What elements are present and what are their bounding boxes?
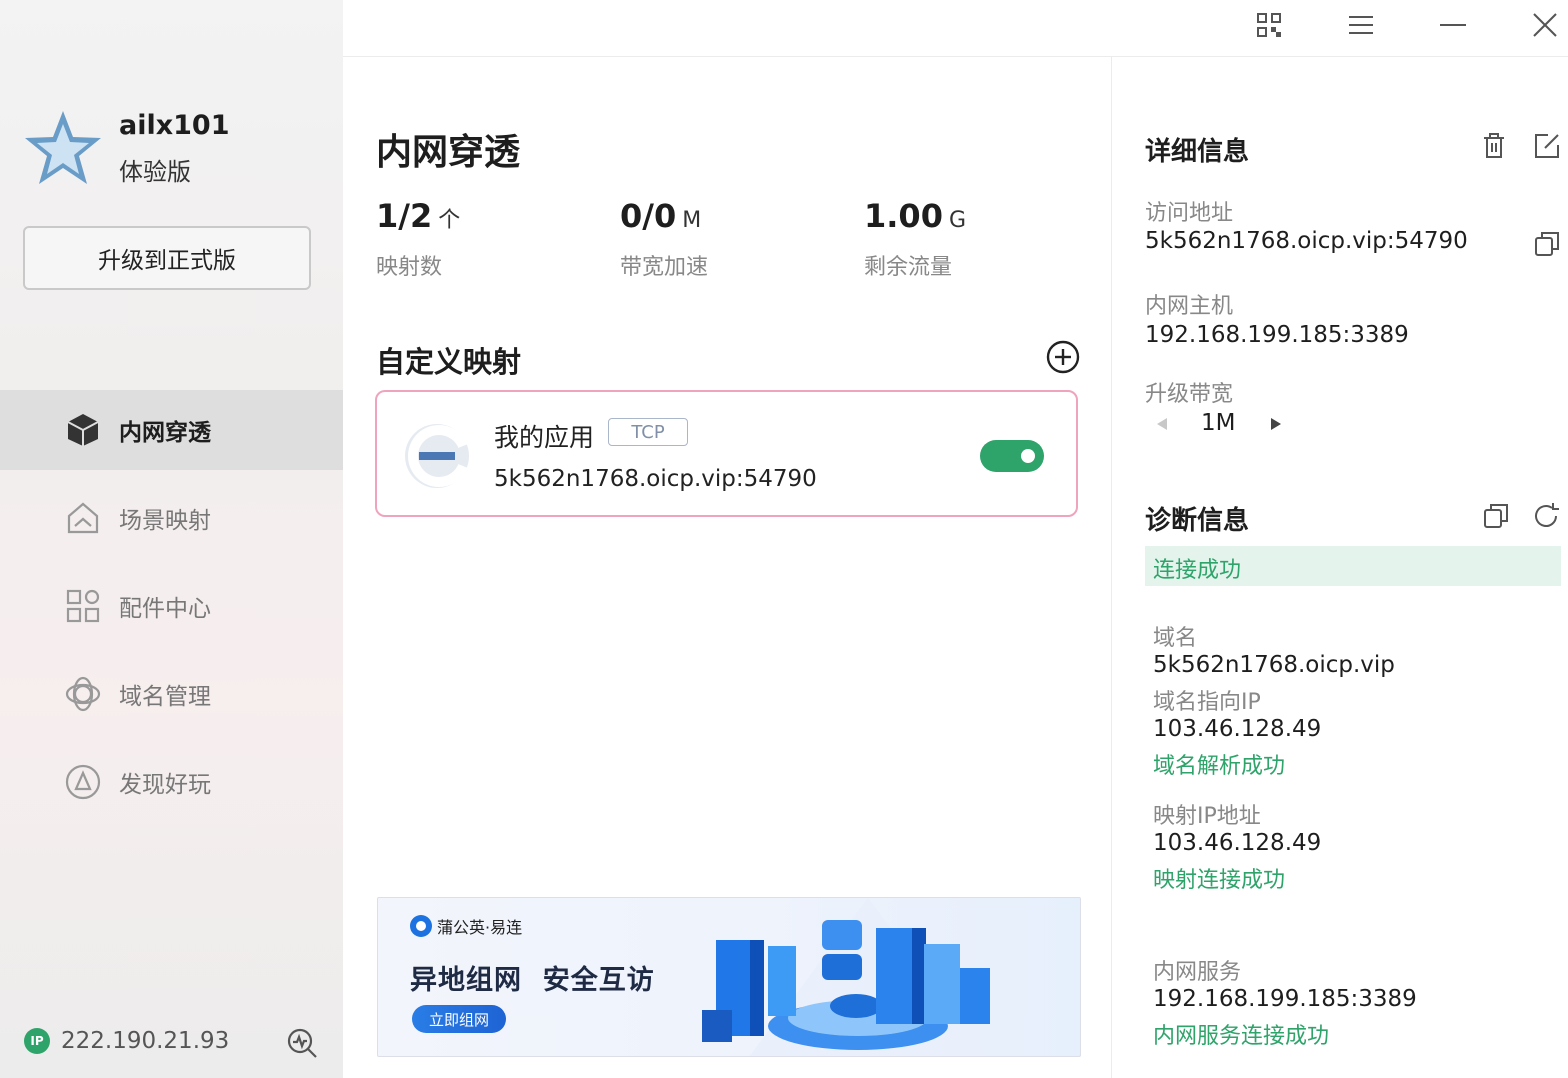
plan-label: 体验版: [119, 158, 191, 186]
connection-status: 连接成功: [1145, 546, 1561, 586]
stat-mappings: 1/2 个 映射数: [376, 197, 461, 280]
banner-cta-button[interactable]: 立即组网: [412, 1005, 506, 1033]
mapped-connect-status: 映射连接成功: [1153, 868, 1286, 893]
sidebar-item-scene[interactable]: 场景映射: [0, 478, 343, 558]
compass-icon: [64, 763, 102, 801]
internal-service-value: 192.168.199.185:3389: [1153, 986, 1417, 1012]
qr-code-icon[interactable]: [1247, 8, 1291, 42]
app-logo-icon: [405, 424, 469, 488]
details-panel: 详细信息 访问地址 5k562n1768.oicp.vip:54790 内网主机…: [1112, 57, 1568, 1078]
mapping-name: 我的应用: [494, 423, 595, 452]
ip-badge-icon: IP: [24, 1028, 50, 1054]
stat-unit: G: [948, 208, 967, 233]
sidebar: ailx101 体验版 升级到正式版 内网穿透 场景映射 配件中心 域名管理 发…: [0, 0, 343, 1078]
upgrade-button[interactable]: 升级到正式版: [23, 226, 311, 290]
details-title: 详细信息: [1145, 137, 1250, 167]
stat-unit: M: [682, 208, 702, 233]
stat-value: 1.00: [864, 197, 943, 235]
stat-bandwidth: 0/0 M 带宽加速: [620, 197, 708, 280]
sidebar-item-label: 域名管理: [119, 684, 211, 710]
mapped-ip-value: 103.46.128.49: [1153, 830, 1322, 856]
main-content: 内网穿透 1/2 个 映射数 0/0 M 带宽加速 1.00 G 剩余流量 自定义映射…: [343, 57, 1111, 1078]
stat-label: 映射数: [376, 255, 443, 280]
sidebar-item-domains[interactable]: 域名管理: [0, 654, 343, 734]
sidebar-item-label: 场景映射: [119, 508, 211, 534]
domain-label: 域名: [1153, 626, 1198, 651]
mapping-address: 5k562n1768.oicp.vip:54790: [494, 466, 817, 492]
edit-icon[interactable]: [1532, 131, 1562, 161]
cube-icon: [64, 411, 102, 449]
page-title: 内网穿透: [376, 132, 521, 173]
sidebar-item-label: 配件中心: [119, 596, 211, 622]
star-avatar-icon: [25, 111, 101, 184]
protocol-tag: TCP: [608, 418, 688, 446]
sidebar-item-accessories[interactable]: 配件中心: [0, 566, 343, 646]
connection-status-text: 连接成功: [1153, 558, 1242, 583]
internal-service-status: 内网服务连接成功: [1153, 1024, 1330, 1049]
add-mapping-icon[interactable]: [1046, 340, 1080, 374]
refresh-icon[interactable]: [1531, 501, 1561, 531]
mapped-ip-label: 映射IP地址: [1153, 804, 1261, 829]
minimize-icon[interactable]: [1431, 8, 1475, 42]
internal-host-label: 内网主机: [1145, 294, 1234, 319]
internal-host-value: 192.168.199.185:3389: [1145, 322, 1409, 348]
banner-headline: 异地组网 安全互访: [410, 965, 655, 996]
sidebar-item-label: 内网穿透: [119, 420, 211, 446]
domain-resolve-status: 域名解析成功: [1153, 754, 1286, 779]
sidebar-item-discover[interactable]: 发现好玩: [0, 742, 343, 822]
diagnostics-title: 诊断信息: [1145, 506, 1250, 536]
mapping-card[interactable]: 我的应用 TCP 5k562n1768.oicp.vip:54790: [375, 390, 1078, 517]
stat-value: 1/2: [376, 197, 433, 235]
network-diagnose-icon[interactable]: [286, 1027, 318, 1059]
stat-traffic: 1.00 G 剩余流量: [864, 197, 967, 280]
access-address-value: 5k562n1768.oicp.vip:54790: [1145, 228, 1468, 254]
grid-icon: [64, 587, 102, 625]
stat-label: 带宽加速: [620, 255, 709, 280]
ad-banner[interactable]: 蒲公英·易连 异地组网 安全互访 立即组网: [377, 897, 1081, 1057]
server-illustration-icon: [702, 898, 990, 1056]
copy-diagnostics-icon[interactable]: [1481, 501, 1511, 531]
banner-brand: 蒲公英·易连: [410, 914, 522, 938]
public-ip-text: 222.190.21.93: [61, 1028, 230, 1054]
domain-icon: [64, 675, 102, 713]
domain-value: 5k562n1768.oicp.vip: [1153, 652, 1395, 678]
stat-unit: 个: [438, 208, 461, 233]
section-title: 自定义映射: [376, 345, 522, 379]
copy-icon[interactable]: [1532, 229, 1562, 259]
domain-ip-value: 103.46.128.49: [1153, 716, 1322, 742]
public-ip: IP 222.190.21.93: [24, 1028, 229, 1054]
stat-label: 剩余流量: [864, 255, 953, 280]
close-icon[interactable]: [1523, 8, 1567, 42]
username: ailx101: [119, 110, 230, 141]
delete-icon[interactable]: [1479, 131, 1509, 161]
domain-ip-label: 域名指向IP: [1153, 690, 1261, 715]
upgrade-bandwidth-label: 升级带宽: [1145, 382, 1234, 407]
toggle-knob: [1021, 449, 1035, 463]
bandwidth-value: 1M: [1201, 410, 1236, 436]
access-address-label: 访问地址: [1145, 201, 1234, 226]
menu-icon[interactable]: [1339, 8, 1383, 42]
mapping-toggle[interactable]: [980, 440, 1044, 472]
home-icon: [64, 499, 102, 537]
bandwidth-decrease-icon[interactable]: [1150, 412, 1174, 436]
sidebar-item-label: 发现好玩: [119, 772, 211, 798]
banner-brand-text: 蒲公英·易连: [437, 918, 523, 937]
pgy-logo-icon: [410, 915, 432, 937]
title-bar: [343, 0, 1568, 57]
internal-service-label: 内网服务: [1153, 960, 1242, 985]
stat-value: 0/0: [620, 197, 677, 235]
sidebar-item-tunnel[interactable]: 内网穿透: [0, 390, 343, 470]
bandwidth-increase-icon[interactable]: [1264, 412, 1288, 436]
